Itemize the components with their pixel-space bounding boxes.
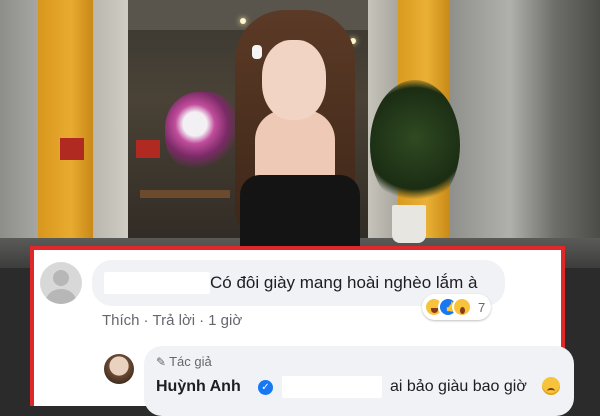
reaction-count: 7 — [478, 299, 486, 315]
redacted-name — [104, 272, 210, 294]
comment-card: Có đôi giày mang hoài nghèo lắm à 👍 7 Th… — [30, 246, 574, 416]
person-dress — [240, 175, 360, 255]
potted-plant — [370, 80, 460, 210]
reply-bubble: ✎ Tác giả Huỳnh Anh ✓ ai bảo giàu bao giờ — [144, 346, 574, 416]
red-sign — [60, 138, 84, 160]
comment-reactions[interactable]: 👍 7 — [422, 294, 492, 320]
comment-actions: Thích · Trả lời · 1 giờ — [102, 312, 242, 329]
pencil-icon: ✎ — [156, 355, 167, 369]
sad-emoji-icon — [542, 377, 560, 395]
comment-time[interactable]: 1 giờ — [208, 312, 242, 329]
stone-wall-left — [0, 0, 38, 250]
plant-pot — [392, 205, 426, 243]
yellow-panel-left — [38, 0, 93, 250]
verified-badge-icon: ✓ — [258, 380, 273, 395]
commenter-avatar[interactable] — [40, 262, 82, 304]
separator-dot: · — [199, 312, 205, 329]
hair-bow — [252, 45, 262, 59]
author-tag-label: Tác giả — [169, 354, 212, 369]
redacted-mention — [282, 376, 382, 398]
reply-text: ai bảo giàu bao giờ — [390, 378, 527, 395]
pillar-left — [93, 0, 128, 250]
separator-dot: · — [143, 312, 149, 329]
orchid-flowers — [165, 92, 240, 172]
red-sign — [136, 140, 160, 158]
ceiling-light — [240, 18, 246, 24]
wow-icon — [452, 297, 472, 317]
table — [140, 190, 230, 198]
like-link[interactable]: Thích — [102, 312, 140, 329]
stone-wall-right — [450, 0, 600, 250]
reply-author-avatar[interactable] — [104, 354, 134, 384]
reply-author-name[interactable]: Huỳnh Anh — [156, 378, 241, 396]
reply-link[interactable]: Trả lời — [153, 312, 196, 329]
person-face — [262, 40, 326, 120]
author-badge: ✎ Tác giả — [156, 354, 212, 369]
comment-text: Có đôi giày mang hoài nghèo lắm à — [210, 273, 478, 292]
